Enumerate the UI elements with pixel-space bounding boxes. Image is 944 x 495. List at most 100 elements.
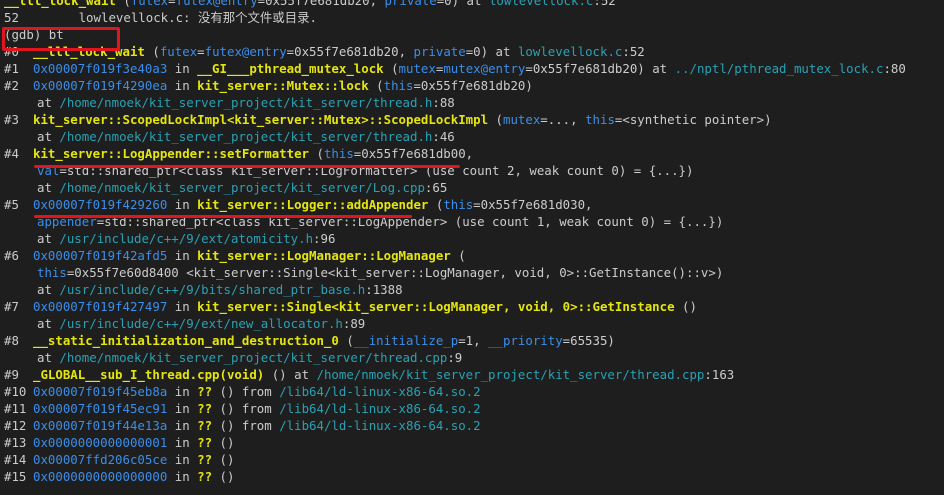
terminal-text: () at xyxy=(264,367,317,382)
terminal-text: =0x55f7e681db20) at xyxy=(525,61,675,76)
parameter-name: futex@entry xyxy=(204,44,287,59)
terminal-text: =std::shared_ptr<class kit_server::LogAp… xyxy=(96,214,724,229)
terminal-text: =0x55f7e681db20, xyxy=(286,44,414,59)
terminal-line: #8 __static_initialization_and_destructio… xyxy=(0,332,944,349)
terminal-text: =..., xyxy=(540,112,586,127)
terminal-text: :52 xyxy=(593,0,616,8)
source-path: /lib64/ld-linux-x86-64.so.2 xyxy=(279,384,481,399)
terminal-text: () from xyxy=(212,418,280,433)
function-name: ?? xyxy=(197,418,213,433)
function-name: kit_server::Mutex::lock xyxy=(197,78,369,93)
terminal-text: in xyxy=(167,78,198,93)
terminal-line: at /home/nmoek/kit_server_project/kit_se… xyxy=(0,94,944,111)
source-path: /home/nmoek/kit_server_project/kit_serve… xyxy=(59,180,425,195)
terminal-line: at /usr/include/c++/9/ext/new_allocator.… xyxy=(0,315,944,332)
terminal-line: #2 0x00007f019f4290ea in kit_server::Mute… xyxy=(0,77,944,94)
terminal-text: lowlevellock.c: 没有那个文件或目录. xyxy=(18,10,317,25)
parameter-name: this xyxy=(585,112,615,127)
frame-address: 0x00007f019f429260 xyxy=(33,197,168,212)
terminal-text: at xyxy=(37,95,60,110)
terminal-line: #6 0x00007f019f42afd5 in kit_server::LogM… xyxy=(0,247,944,264)
function-name: __GI___pthread_mutex_lock xyxy=(197,61,384,76)
parameter-name: this xyxy=(383,78,414,93)
terminal-text: ( xyxy=(144,44,160,59)
terminal-line: (gdb) bt xyxy=(0,26,944,43)
terminal-line: #1 0x00007f019f3e40a3 in __GI___pthread_m… xyxy=(0,60,944,77)
parameter-name: this xyxy=(37,265,67,280)
function-name: ?? xyxy=(197,469,213,484)
terminal-line: #4 kit_server::LogAppender::setFormatter … xyxy=(0,145,944,162)
terminal-line: val=std::shared_ptr<class kit_server::Lo… xyxy=(0,162,944,179)
terminal-line: #5 0x00007f019f429260 in kit_server::Logg… xyxy=(0,196,944,213)
terminal-text: :80 xyxy=(883,61,906,76)
terminal-text: =0x55f7e681d030, xyxy=(473,197,593,212)
parameter-name: this xyxy=(323,146,354,161)
source-path: /usr/include/c++/9/bits/shared_ptr_base.… xyxy=(59,282,366,297)
parameter-name: private xyxy=(384,0,437,8)
frame-number: #8 xyxy=(4,333,19,348)
source-path: lowlevellock.c xyxy=(517,44,623,59)
terminal-line: at /home/nmoek/kit_server_project/kit_se… xyxy=(0,349,944,366)
frame-number: #3 xyxy=(4,112,19,127)
terminal-line: #7 0x00007f019f427497 in kit_server::Sing… xyxy=(0,298,944,315)
terminal-text: :163 xyxy=(704,367,735,382)
frame-address: 0x0000000000000000 xyxy=(33,469,168,484)
function-name: kit_server::Single<kit_server::LogManage… xyxy=(197,299,675,314)
parameter-name: __initialize_p xyxy=(353,333,459,348)
terminal-text: in xyxy=(167,248,198,263)
function-name: ?? xyxy=(197,384,213,399)
frame-address: 0x00007f019f4290ea xyxy=(33,78,168,93)
terminal-text: =1, xyxy=(458,333,489,348)
terminal-line: #14 0x00007ffd206c05ce in ?? () xyxy=(0,451,944,468)
terminal-text: () from xyxy=(212,401,280,416)
terminal-line: #12 0x00007f019f44e13a in ?? () from /lib… xyxy=(0,417,944,434)
terminal-text: () xyxy=(674,299,697,314)
function-name: __lll_lock_wait xyxy=(33,44,145,59)
function-name: kit_server::LogManager::LogManager xyxy=(197,248,451,263)
terminal-text: in xyxy=(167,197,198,212)
terminal-text: ( xyxy=(450,248,466,263)
terminal-text: =std::shared_ptr<class kit_server::LogFo… xyxy=(59,163,694,178)
terminal-text: :65 xyxy=(424,180,448,195)
terminal-text: :9 xyxy=(447,350,463,365)
frame-number: #11 xyxy=(4,401,27,416)
terminal-text: :96 xyxy=(313,231,336,246)
terminal-text: in xyxy=(167,384,198,399)
terminal-text: =0x55f7e681db20, xyxy=(257,0,385,8)
parameter-name: val xyxy=(37,163,60,178)
terminal-line: #13 0x0000000000000001 in ?? () xyxy=(0,434,944,451)
source-path: /home/nmoek/kit_server_project/kit_serve… xyxy=(59,350,448,365)
terminal-text: = xyxy=(168,0,176,8)
terminal-line: __lll_lock_wait (futex=futex@entry=0x55f… xyxy=(0,0,944,9)
frame-number: #7 xyxy=(4,299,19,314)
function-name: kit_server::Logger::addAppender xyxy=(197,197,429,212)
function-name: kit_server::ScopedLockImpl<kit_server::M… xyxy=(33,112,489,127)
frame-address: 0x00007f019f3e40a3 xyxy=(33,61,168,76)
terminal-line: #3 kit_server::ScopedLockImpl<kit_server:… xyxy=(0,111,944,128)
terminal-text: at xyxy=(37,231,60,246)
terminal-text: :1388 xyxy=(365,282,403,297)
terminal-text: ( xyxy=(428,197,444,212)
source-path: /usr/include/c++/9/ext/new_allocator.h xyxy=(59,316,343,331)
terminal-text: =0) at xyxy=(465,44,518,59)
terminal-text: =0x55f7e681db00, xyxy=(353,146,474,161)
gdb-terminal-output: __lll_lock_wait (futex=futex@entry=0x55f… xyxy=(0,0,944,485)
frame-address: 0x0000000000000001 xyxy=(33,435,168,450)
terminal-text: =65535) xyxy=(562,333,615,348)
parameter-name: __priority xyxy=(488,333,563,348)
frame-number: 52 xyxy=(4,10,19,25)
terminal-text: in xyxy=(167,452,198,467)
parameter-name: private xyxy=(413,44,466,59)
frame-number: #6 xyxy=(4,248,19,263)
parameter-name: futex xyxy=(159,44,198,59)
terminal-text: =0x55f7e681db20) xyxy=(413,78,533,93)
terminal-line: #11 0x00007f019f45ec91 in ?? () from /lib… xyxy=(0,400,944,417)
terminal-text: =0x55f7e60d8400 <kit_server::Single<kit_… xyxy=(66,265,724,280)
terminal-text: = xyxy=(197,44,205,59)
terminal-text: :89 xyxy=(342,316,366,331)
terminal-line: at /usr/include/c++/9/ext/atomicity.h:96 xyxy=(0,230,944,247)
terminal-text: =0) at xyxy=(436,0,489,8)
terminal-text: () xyxy=(212,452,235,467)
terminal-text: ( xyxy=(309,146,324,161)
terminal-text: at xyxy=(37,316,60,331)
